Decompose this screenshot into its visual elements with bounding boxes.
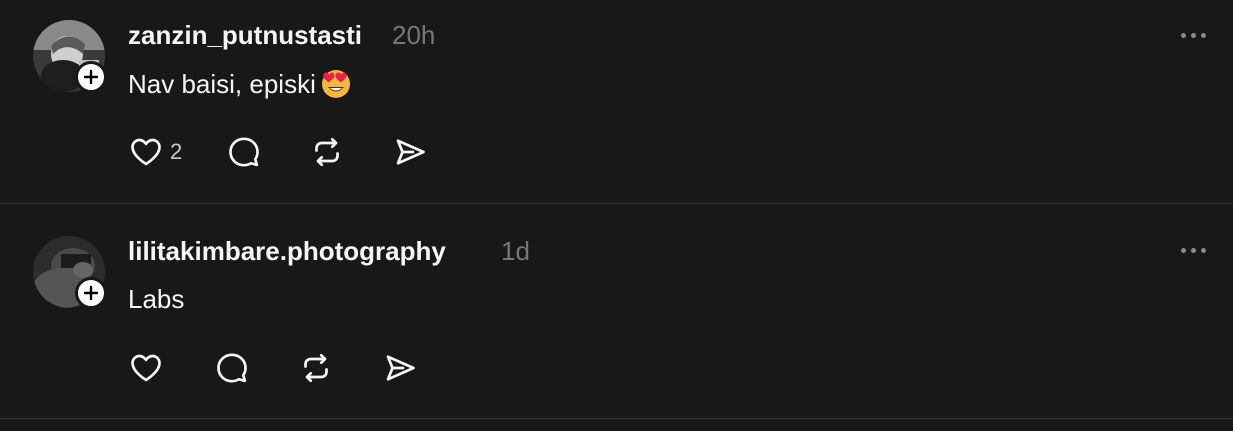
post-actions: [128, 348, 418, 388]
post-text: Nav baisi, episki: [128, 68, 316, 99]
post: zanzin_putnustasti 20h Nav baisi, episki: [0, 0, 1233, 203]
heart-icon: [131, 354, 161, 382]
username[interactable]: lilitakimbare.photography: [128, 236, 446, 267]
post-text-row: Labs: [128, 284, 184, 315]
more-icon: [1180, 247, 1186, 253]
comment-icon: [217, 353, 247, 383]
post-divider: [0, 418, 1233, 419]
share-button[interactable]: [382, 350, 418, 386]
heart-eyes-emoji: [320, 68, 352, 100]
post: lilitakimbare.photography 1d Labs: [0, 204, 1233, 418]
reply-button[interactable]: [214, 350, 250, 386]
reply-button[interactable]: [226, 134, 262, 170]
post-actions: 2: [128, 132, 428, 172]
like-button[interactable]: [128, 350, 164, 386]
more-options-button[interactable]: [1172, 240, 1214, 260]
like-count: 2: [170, 139, 183, 164]
feed: zanzin_putnustasti 20h Nav baisi, episki: [0, 0, 1233, 431]
send-icon: [396, 139, 426, 165]
more-options-button[interactable]: [1172, 25, 1214, 45]
avatar-wrap: [33, 20, 107, 93]
username[interactable]: zanzin_putnustasti: [128, 20, 362, 51]
more-icon: [1180, 32, 1186, 38]
like-button[interactable]: 2: [128, 134, 182, 170]
post-text: Labs: [128, 284, 185, 314]
repost-button[interactable]: [298, 350, 334, 386]
follow-button[interactable]: [75, 277, 107, 309]
post-time[interactable]: 20h: [392, 20, 435, 51]
plus-icon: [83, 285, 99, 301]
comment-icon: [229, 137, 260, 167]
avatar-wrap: [33, 236, 107, 309]
repost-icon: [315, 137, 340, 167]
follow-button[interactable]: [75, 61, 107, 93]
plus-icon: [83, 69, 99, 85]
repost-icon: [304, 353, 328, 383]
heart-icon: [131, 138, 161, 166]
share-button[interactable]: [392, 134, 428, 170]
repost-button[interactable]: [309, 134, 345, 170]
post-text-row: Nav baisi, episki: [128, 68, 352, 100]
send-icon: [386, 355, 415, 381]
post-time[interactable]: 1d: [501, 236, 530, 267]
